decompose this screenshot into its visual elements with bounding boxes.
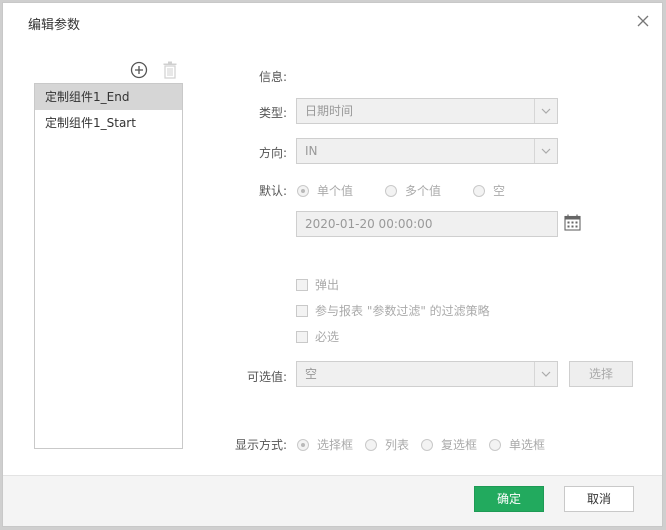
filter-strategy-checkbox	[296, 304, 308, 317]
type-select-value: 日期时间	[305, 104, 354, 118]
type-select: 日期时间	[296, 98, 558, 124]
radio-label: 多个值	[405, 184, 442, 198]
chevron-down-icon	[534, 99, 557, 123]
radio-label: 选择框	[317, 438, 354, 452]
radio-select-box	[297, 438, 309, 451]
chevron-down-icon	[534, 139, 557, 163]
parameter-list: 定制组件1_End 定制组件1_Start	[34, 83, 183, 449]
checkbox-label: 弹出	[315, 278, 340, 292]
radio-label: 单个值	[317, 184, 354, 198]
default-label: 默认:	[258, 184, 287, 198]
default-radio-group: 单个值 多个值 空	[297, 182, 525, 199]
chevron-down-icon	[534, 362, 557, 386]
required-checkbox	[296, 330, 308, 343]
radio-list	[365, 438, 378, 451]
radio-multi-value	[385, 184, 398, 197]
default-date-field: 2020-01-20 00:00:00	[296, 211, 558, 237]
radio-label: 单选框	[509, 438, 546, 452]
edit-parameter-dialog: 编辑参数 定制组件1_End 定制组件1_Start 信息: 类型: 日期时间 …	[2, 2, 663, 527]
dialog-titlebar: 编辑参数	[3, 3, 662, 42]
list-item[interactable]: 定制组件1_End	[35, 84, 182, 110]
choose-button: 选择	[569, 361, 633, 387]
trash-icon	[163, 61, 177, 79]
required-checkbox-row: 必选	[296, 328, 339, 345]
checkbox-label: 必选	[315, 330, 340, 344]
display-mode-label: 显示方式:	[234, 438, 287, 452]
direction-select: IN	[296, 138, 558, 164]
info-label: 信息:	[258, 70, 287, 84]
type-label: 类型:	[258, 106, 287, 120]
dialog-body: 定制组件1_End 定制组件1_Start 信息: 类型: 日期时间 方向: I…	[3, 41, 662, 477]
radio-label: 复选框	[441, 438, 478, 452]
checkbox-label: 参与报表 "参数过滤" 的过滤策略	[315, 304, 490, 318]
radio-label: 空	[493, 184, 506, 198]
popup-checkbox	[296, 278, 308, 291]
plus-circle-icon[interactable]	[130, 61, 148, 79]
radio-single-value	[297, 184, 309, 197]
list-item[interactable]: 定制组件1_Start	[35, 110, 182, 136]
optional-values-value: 空	[305, 367, 318, 381]
radio-empty	[473, 184, 486, 197]
cancel-button[interactable]: 取消	[564, 486, 634, 512]
popup-checkbox-row: 弹出	[296, 276, 339, 293]
radio-checkbox	[421, 438, 434, 451]
direction-select-value: IN	[305, 144, 318, 158]
optional-values-select: 空	[296, 361, 558, 387]
radio-label: 列表	[385, 438, 410, 452]
filter-strategy-checkbox-row: 参与报表 "参数过滤" 的过滤策略	[296, 302, 490, 319]
display-mode-radio-group: 选择框 列表 复选框 单选框	[297, 436, 565, 453]
ok-button[interactable]: 确定	[474, 486, 544, 512]
dialog-footer: 确定 取消	[3, 475, 662, 526]
optional-values-label: 可选值:	[246, 370, 287, 384]
calendar-icon[interactable]	[564, 214, 581, 231]
dialog-title: 编辑参数	[28, 18, 81, 33]
direction-label: 方向:	[258, 146, 287, 160]
close-icon[interactable]	[634, 12, 652, 30]
radio-single-select	[489, 438, 502, 451]
